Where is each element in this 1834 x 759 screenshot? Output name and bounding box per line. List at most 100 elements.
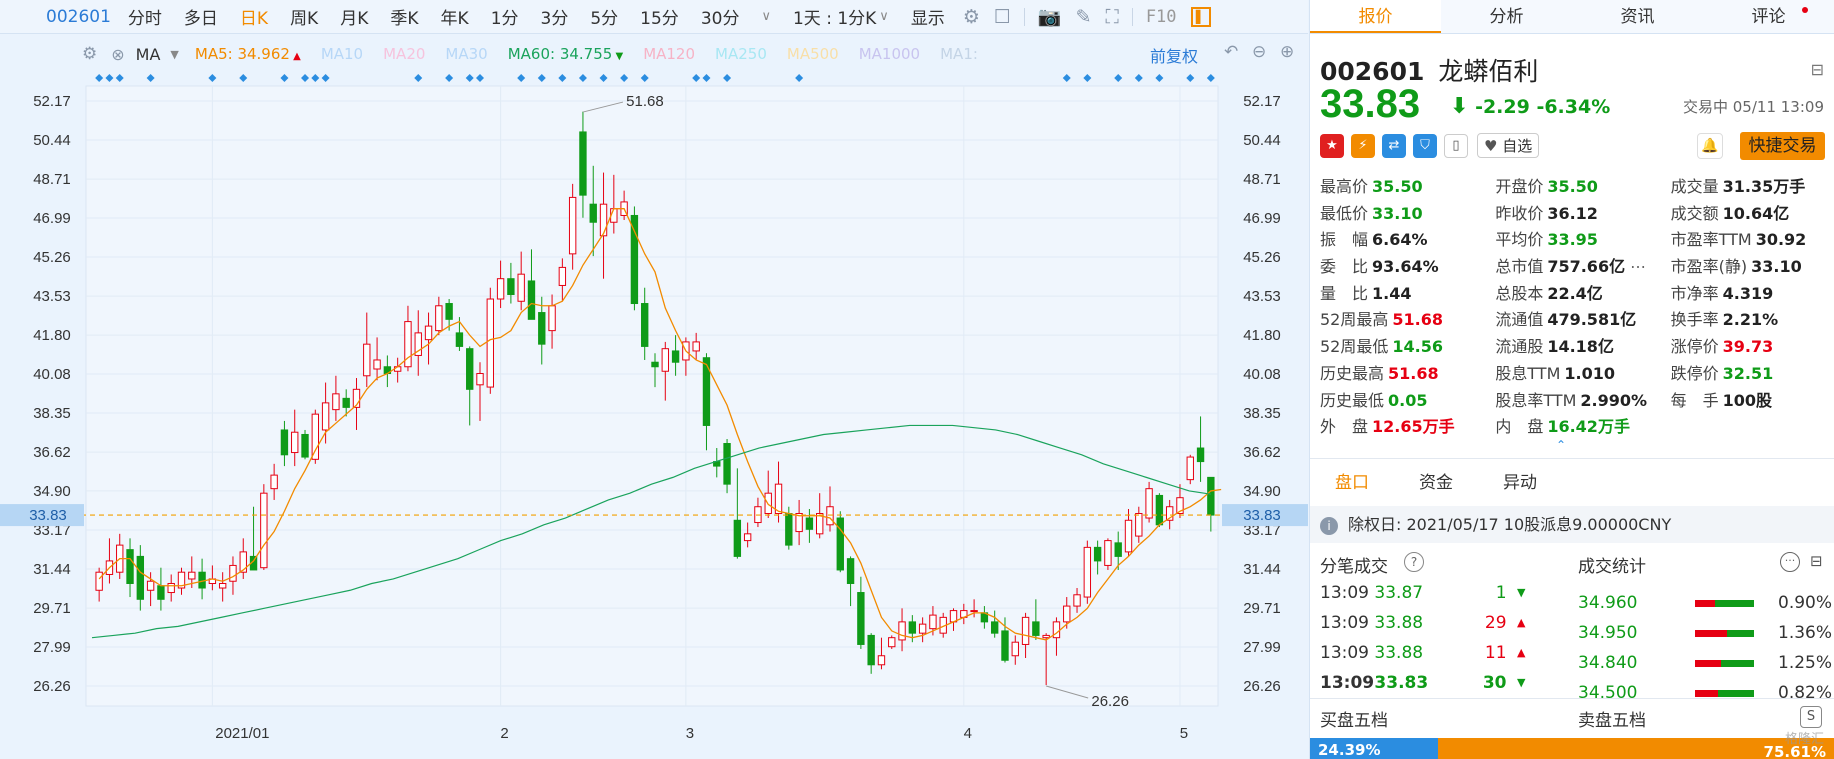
period-tab[interactable]: 1分 bbox=[491, 9, 519, 29]
period-tab[interactable]: 年K bbox=[441, 9, 469, 29]
zoom-out-icon[interactable]: ⊖ bbox=[1252, 42, 1266, 62]
candle-body bbox=[888, 637, 896, 648]
collapse-icon[interactable]: ⊟ bbox=[1810, 552, 1823, 570]
more-icon[interactable]: ··· bbox=[1780, 552, 1800, 572]
quote-label: 最高价 bbox=[1320, 177, 1369, 196]
chevron-down-icon[interactable]: ∨ bbox=[761, 9, 771, 24]
period-tab[interactable]: 周K bbox=[290, 9, 318, 29]
dividend-notice: i 除权日: 2021/05/17 10股派息9.00000CNY bbox=[1310, 506, 1834, 543]
camera-icon[interactable]: 📷 bbox=[1038, 5, 1062, 28]
ma-item[interactable]: MA5: 34.962 ▲ bbox=[195, 45, 301, 63]
ma-items: MA5: 34.962 ▲ MA10 MA20 MA30 MA60: 34.755 ▼ M… bbox=[195, 45, 998, 63]
bell-icon[interactable]: 🔔 bbox=[1697, 133, 1723, 159]
panel-toggle-icon[interactable]: ▌ bbox=[1190, 6, 1211, 27]
period-tab[interactable]: 日K bbox=[240, 9, 268, 29]
ma-item[interactable]: MA20 bbox=[383, 45, 425, 63]
stock-code[interactable]: 002601 bbox=[46, 7, 111, 27]
quote-row: 外 盘 12.65万手内 盘 16.42万手 bbox=[1320, 414, 1830, 441]
candle-body bbox=[877, 655, 886, 666]
ma-selector[interactable]: MA bbox=[136, 45, 161, 64]
right-tab[interactable]: 分析 bbox=[1441, 0, 1572, 33]
event-marker-icon bbox=[1206, 74, 1215, 82]
ma-item-label: MA120 bbox=[643, 45, 696, 63]
y-tick-label-right: 34.90 bbox=[1243, 483, 1281, 500]
f10-button[interactable]: F10 bbox=[1146, 7, 1177, 27]
right-tab[interactable]: 评论 bbox=[1703, 0, 1834, 33]
ma-item[interactable]: MA1: bbox=[940, 45, 978, 63]
more-icon[interactable]: ⋯ bbox=[1625, 257, 1646, 276]
stats-price: 34.840 bbox=[1578, 653, 1638, 673]
quote-grid: 最高价 35.50 开盘价 35.50 成交量 31.35万手 最低价 33.10 昨收价 36.… bbox=[1320, 174, 1830, 441]
candle-body bbox=[157, 585, 165, 600]
quote-row: 委 比 93.64% 总市值 757.66亿 ⋯ 市盈率(静) 33.10 bbox=[1320, 254, 1830, 281]
quote-label: 昨收价 bbox=[1495, 203, 1544, 223]
quick-trade-button[interactable]: 快捷交易 bbox=[1740, 132, 1825, 160]
display-menu[interactable]: 显示 bbox=[911, 4, 945, 29]
watchlist-button[interactable]: ♥ 自选 bbox=[1477, 133, 1540, 158]
zoom-in-icon[interactable]: ⊕ bbox=[1280, 42, 1294, 62]
lightning-icon[interactable]: ⚡ bbox=[1351, 133, 1375, 158]
candle-body bbox=[126, 549, 134, 584]
undo-icon[interactable]: ↶ bbox=[1224, 42, 1238, 62]
period-tab[interactable]: 季K bbox=[390, 9, 418, 29]
ma-item[interactable]: MA10 bbox=[321, 45, 363, 63]
chevron-down-icon[interactable]: ∨ bbox=[879, 9, 889, 24]
close-icon[interactable]: ⊗ bbox=[111, 45, 124, 64]
event-marker-icon bbox=[702, 74, 711, 82]
right-tab[interactable]: 资讯 bbox=[1572, 0, 1703, 33]
gear-icon[interactable]: ⚙ bbox=[82, 44, 97, 64]
period-tab[interactable]: 5分 bbox=[590, 9, 618, 29]
ma-item[interactable]: MA120 bbox=[643, 45, 695, 63]
ma-item[interactable]: MA60: 34.755 ▼ bbox=[508, 45, 623, 63]
square-icon[interactable]: ☐ bbox=[994, 6, 1011, 28]
period-tab[interactable]: 3分 bbox=[541, 9, 569, 29]
collapse-icon[interactable]: ⊟ bbox=[1811, 60, 1824, 79]
pen-icon[interactable]: ✎ bbox=[1076, 6, 1092, 28]
fullscreen-icon[interactable]: ⛶ bbox=[1106, 6, 1119, 28]
panel-tab[interactable]: 异动 bbox=[1478, 460, 1562, 506]
quote-value: 35.50 bbox=[1372, 177, 1423, 196]
ma-item[interactable]: MA1000 bbox=[859, 45, 920, 63]
period-tab[interactable]: 30分 bbox=[701, 9, 740, 29]
candlestick-chart[interactable]: 52.17 52.17 50.44 50.44 48.71 48.71 46.99 46.99… bbox=[0, 70, 1308, 759]
y-tick-label-left: 31.44 bbox=[33, 561, 71, 578]
quote-value: 100股 bbox=[1722, 390, 1773, 410]
candle-body bbox=[229, 564, 237, 582]
trade-time: 13:09 bbox=[1320, 643, 1369, 663]
y-tick-label-left: 48.71 bbox=[33, 171, 71, 188]
candle-body bbox=[435, 305, 443, 332]
china-flag-icon[interactable]: ★ bbox=[1320, 133, 1344, 158]
quote-cell bbox=[1671, 414, 1830, 441]
period-tab[interactable]: 分时 bbox=[128, 9, 162, 29]
ma-item[interactable]: MA250 bbox=[715, 45, 767, 63]
chevron-up-icon[interactable]: ⌃ bbox=[1556, 438, 1566, 452]
bookmark-icon[interactable]: ▯ bbox=[1444, 133, 1468, 158]
event-marker-icon bbox=[1186, 74, 1195, 82]
period-tab[interactable]: 15分 bbox=[640, 9, 679, 29]
gear-icon[interactable]: ⚙ bbox=[963, 6, 980, 28]
switch-icon[interactable]: S bbox=[1800, 706, 1822, 728]
right-tab-label: 评论 bbox=[1751, 7, 1786, 27]
y-tick-label-left: 38.35 bbox=[33, 405, 71, 422]
candle-body bbox=[651, 361, 659, 368]
trade-price: 33.87 bbox=[1374, 583, 1424, 603]
tag-icon[interactable]: ⛉ bbox=[1413, 133, 1437, 158]
stats-row: 34.960 0.90% bbox=[1578, 588, 1832, 618]
panel-tab[interactable]: 资金 bbox=[1394, 460, 1478, 506]
period-tab[interactable]: 多日 bbox=[184, 9, 218, 29]
arrow-down-icon: ▼ bbox=[1517, 586, 1526, 599]
help-icon[interactable]: ? bbox=[1404, 552, 1424, 572]
quote-label: 历史最高 bbox=[1320, 363, 1385, 383]
period-tab[interactable]: 月K bbox=[340, 9, 368, 29]
shuffle-icon[interactable]: ⇄ bbox=[1382, 133, 1406, 158]
range-selector[interactable]: 1天 : 1分K bbox=[793, 4, 876, 29]
adjust-mode-button[interactable]: 前复权 bbox=[1150, 43, 1198, 67]
ma-item[interactable]: MA500 bbox=[787, 45, 839, 63]
right-tab[interactable]: 报价 bbox=[1310, 0, 1441, 33]
quote-value: 12.65万手 bbox=[1372, 417, 1455, 437]
chevron-down-icon[interactable]: ▼ bbox=[170, 48, 178, 61]
event-marker-icon bbox=[445, 74, 454, 82]
candle-body bbox=[321, 402, 330, 431]
panel-tab[interactable]: 盘口 bbox=[1310, 460, 1394, 506]
ma-item[interactable]: MA30 bbox=[445, 45, 487, 63]
